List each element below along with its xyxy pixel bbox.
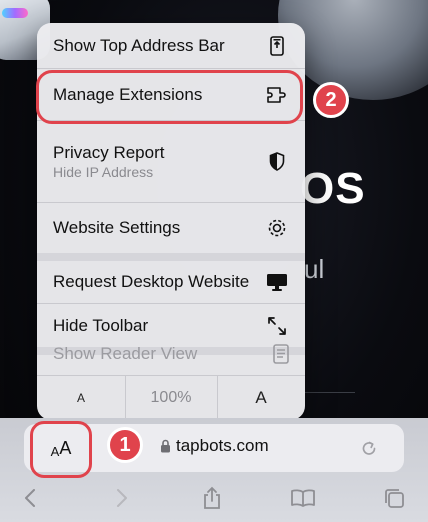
menu-item-show-top-address-bar[interactable]: Show Top Address Bar (37, 23, 305, 69)
menu-item-privacy-report[interactable]: Privacy Report Hide IP Address (37, 121, 305, 203)
share-icon[interactable] (196, 484, 228, 512)
decrease-text-size-button[interactable]: A (37, 376, 125, 421)
page-headline: OS (300, 164, 366, 213)
step-badge-2: 2 (313, 82, 349, 118)
aa-big-glyph: A (59, 438, 72, 458)
gear-icon (265, 216, 289, 240)
menu-item-label: Show Top Address Bar (53, 35, 225, 55)
menu-item-label: Manage Extensions (53, 84, 203, 104)
zoom-level[interactable]: 100% (126, 376, 217, 421)
url-display[interactable]: tapbots.com (160, 436, 269, 456)
step-badge-1: 1 (107, 427, 143, 463)
reload-icon[interactable] (360, 438, 378, 463)
menu-item-manage-extensions[interactable]: Manage Extensions (37, 69, 305, 121)
tabs-icon[interactable] (378, 484, 410, 512)
lock-icon (160, 439, 171, 453)
menu-item-website-settings[interactable]: Website Settings (37, 203, 305, 253)
reader-view-icon (273, 343, 289, 364)
desktop-monitor-icon (265, 270, 289, 294)
bottom-toolbar (0, 480, 428, 516)
increase-text-size-button[interactable]: A (217, 376, 305, 421)
puzzle-extension-icon (265, 83, 289, 107)
menu-item-label: Show Reader View (53, 343, 198, 363)
aa-small-glyph: A (50, 444, 60, 459)
text-size-controls: A 100% A (37, 375, 305, 420)
show-top-address-bar-icon (265, 34, 289, 58)
page-settings-button[interactable]: AA (38, 430, 84, 468)
menu-item-show-reader-view: Show Reader View (37, 332, 305, 375)
menu-item-request-desktop-website[interactable]: Request Desktop Website (37, 261, 305, 304)
bookmarks-icon[interactable] (287, 484, 319, 512)
url-text: tapbots.com (176, 436, 269, 455)
menu-item-sublabel: Hide IP Address (53, 164, 154, 180)
section-separator (37, 253, 305, 261)
forward-icon[interactable] (106, 484, 138, 512)
page-subtext: ul (304, 254, 325, 284)
shield-icon (265, 150, 289, 174)
divider (305, 392, 355, 393)
back-icon[interactable] (14, 484, 46, 512)
menu-item-label: Website Settings (53, 218, 181, 237)
menu-item-label: Privacy Report (53, 143, 165, 162)
menu-item-label: Request Desktop Website (53, 272, 250, 291)
